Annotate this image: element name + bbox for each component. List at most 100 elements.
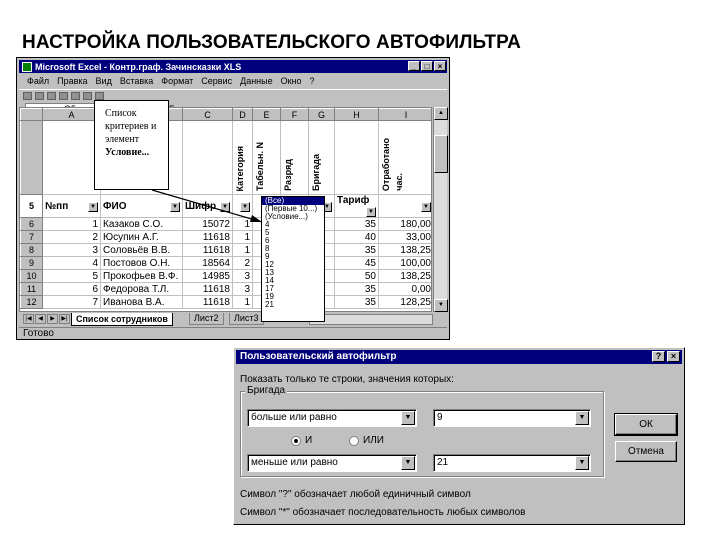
filter-option[interactable]: 21	[262, 301, 324, 309]
row-header[interactable]: 6	[20, 217, 43, 231]
cell[interactable]: 180,00	[378, 217, 431, 231]
cell[interactable]: 3	[232, 282, 253, 296]
filter-option[interactable]: 5	[262, 229, 324, 237]
operator1-select[interactable]: больше или равно ▼	[247, 409, 417, 427]
cut-icon[interactable]	[71, 92, 80, 100]
cell[interactable]: Прокофьев В.Ф.	[100, 269, 183, 283]
new-file-icon[interactable]	[23, 92, 32, 100]
row-header[interactable]: 12	[20, 295, 43, 309]
autofilter-dropdown-icon[interactable]: ▼	[421, 201, 431, 212]
close-icon[interactable]: ×	[667, 351, 680, 362]
select-all-corner[interactable]	[20, 108, 43, 121]
value1-select[interactable]: 9 ▼	[433, 409, 591, 427]
cell[interactable]: 15072	[182, 217, 233, 231]
cell[interactable]: 35	[334, 282, 379, 296]
cell[interactable]: Соловьёв В.В.	[100, 243, 183, 257]
radio-or[interactable]: ИЛИ	[349, 435, 384, 446]
cell[interactable]: Иванова В.А.	[100, 295, 183, 309]
col-header-d[interactable]: D	[232, 108, 253, 121]
col-header-i[interactable]: I	[378, 108, 431, 121]
row-header[interactable]: 10	[20, 269, 43, 283]
cell[interactable]: 2	[42, 230, 101, 244]
sheet-tab-active[interactable]: Список сотрудников	[71, 313, 173, 326]
row-header[interactable]	[20, 120, 43, 195]
autofilter-dropdown-icon[interactable]: ▼	[240, 201, 250, 212]
radio-selected-icon[interactable]	[291, 435, 301, 446]
cell[interactable]: Федорова Т.Л.	[100, 282, 183, 296]
close-button[interactable]: ×	[434, 61, 446, 71]
cell[interactable]: 2	[232, 256, 253, 270]
print-icon[interactable]	[59, 92, 68, 100]
cell[interactable]: 5	[42, 269, 101, 283]
cell[interactable]: 138,25	[378, 269, 431, 283]
radio-and[interactable]: И	[291, 435, 312, 446]
cell[interactable]: 1	[232, 217, 253, 231]
cell[interactable]: 11618	[182, 243, 233, 257]
copy-icon[interactable]	[83, 92, 92, 100]
filter-option[interactable]: 4	[262, 221, 324, 229]
cell[interactable]: 35	[334, 295, 379, 309]
filter-option[interactable]: 8	[262, 245, 324, 253]
cell[interactable]: 45	[334, 256, 379, 270]
cell[interactable]: 33,00	[378, 230, 431, 244]
row-header[interactable]: 11	[20, 282, 43, 296]
sheet-tab[interactable]: Лист3	[229, 313, 264, 325]
radio-unselected-icon[interactable]	[349, 435, 359, 446]
cell[interactable]: 14985	[182, 269, 233, 283]
chevron-down-icon[interactable]: ▼	[575, 456, 589, 470]
menu-insert[interactable]: Вставка	[120, 76, 153, 86]
cell[interactable]: 1	[232, 295, 253, 309]
open-file-icon[interactable]	[35, 92, 44, 100]
menu-window[interactable]: Окно	[281, 76, 302, 86]
col-header-c[interactable]: C	[182, 108, 233, 121]
menu-view[interactable]: Вид	[96, 76, 112, 86]
autofilter-list[interactable]: (Все) (Первые 10...) (Условие...) 4 5 6 …	[261, 196, 325, 322]
cell[interactable]: 7	[42, 295, 101, 309]
row-header[interactable]: 5	[20, 194, 43, 218]
cell[interactable]: 1	[232, 243, 253, 257]
menu-data[interactable]: Данные	[240, 76, 273, 86]
row-header[interactable]: 9	[20, 256, 43, 270]
menu-help[interactable]: ?	[310, 76, 315, 86]
col-header-h[interactable]: H	[334, 108, 379, 121]
cell[interactable]: Постовов О.Н.	[100, 256, 183, 270]
maximize-button[interactable]: □	[421, 61, 433, 71]
cell[interactable]: 138,25	[378, 243, 431, 257]
sheet-tab[interactable]: Лист2	[189, 313, 224, 325]
filter-option[interactable]: 6	[262, 237, 324, 245]
cell[interactable]: 1	[42, 217, 101, 231]
prev-sheet-icon[interactable]: ◀	[35, 314, 46, 324]
cell[interactable]: 35	[334, 243, 379, 257]
chevron-down-icon[interactable]: ▼	[401, 411, 415, 425]
ok-button[interactable]: ОК	[614, 413, 678, 436]
value2-select[interactable]: 21 ▼	[433, 454, 591, 472]
scroll-up-icon[interactable]: ▲	[434, 107, 448, 120]
cell[interactable]: Юсупин А.Г.	[100, 230, 183, 244]
cell[interactable]: 4	[42, 256, 101, 270]
cell[interactable]: 1	[232, 230, 253, 244]
operator2-select[interactable]: меньше или равно ▼	[247, 454, 417, 472]
worksheet-grid[interactable]: A B C D E F G H I Категория Табельн. N Р…	[19, 107, 432, 312]
paste-icon[interactable]	[95, 92, 104, 100]
cell[interactable]: 0,00	[378, 282, 431, 296]
horizontal-scrollbar[interactable]	[309, 314, 433, 325]
help-icon[interactable]: ?	[652, 351, 665, 362]
col-header-f[interactable]: F	[280, 108, 309, 121]
cell[interactable]: 11618	[182, 295, 233, 309]
cell[interactable]: 11618	[182, 282, 233, 296]
vertical-scrollbar[interactable]: ▲ ▼	[433, 107, 448, 312]
col-header-g[interactable]: G	[308, 108, 335, 121]
row-header[interactable]: 8	[20, 243, 43, 257]
scroll-down-icon[interactable]: ▼	[434, 299, 448, 312]
autofilter-dropdown-icon[interactable]: ▼	[88, 201, 98, 212]
scroll-thumb[interactable]	[434, 135, 448, 173]
cell[interactable]: Казаков С.О.	[100, 217, 183, 231]
cell[interactable]: 3	[42, 243, 101, 257]
menu-edit[interactable]: Правка	[57, 76, 87, 86]
menu-tools[interactable]: Сервис	[201, 76, 232, 86]
filter-option-condition[interactable]: (Условие...)	[262, 213, 324, 221]
minimize-button[interactable]: _	[408, 61, 420, 71]
chevron-down-icon[interactable]: ▼	[575, 411, 589, 425]
cell[interactable]: 18564	[182, 256, 233, 270]
autofilter-dropdown-icon[interactable]: ▼	[366, 207, 376, 217]
